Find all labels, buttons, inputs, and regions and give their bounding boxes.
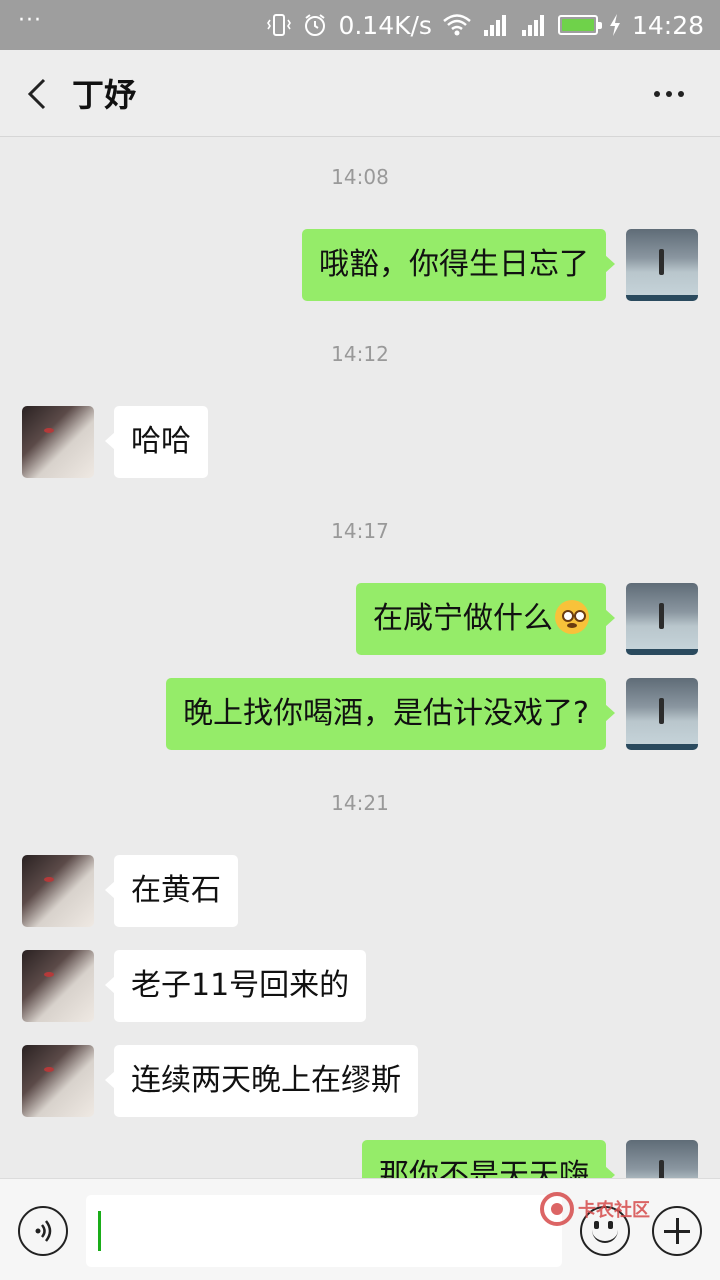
- watermark-logo-icon: [540, 1192, 574, 1226]
- timestamp: 14:21: [331, 791, 389, 815]
- battery-icon: [557, 15, 602, 35]
- avatar[interactable]: [22, 1045, 94, 1117]
- battery-level-fill: [561, 19, 594, 31]
- message-bubble[interactable]: 在咸宁做什么: [356, 583, 615, 655]
- chat-title: 丁妤: [72, 76, 137, 114]
- more-button[interactable]: [644, 76, 694, 112]
- message-bubble[interactable]: 那你不是天天嗨: [362, 1140, 615, 1178]
- voice-button[interactable]: [18, 1206, 68, 1256]
- voice-icon: [35, 1220, 52, 1242]
- charging-icon: [608, 13, 622, 37]
- wifi-icon: [442, 13, 472, 37]
- timestamp: 14:12: [331, 342, 389, 366]
- message-text: 在咸宁做什么: [373, 601, 553, 636]
- signal-icon: [520, 12, 548, 38]
- watermark-text: 卡农社区: [578, 1200, 650, 1221]
- text-cursor: [98, 1211, 101, 1251]
- message-bubble[interactable]: 哦豁，你得生日忘了: [302, 229, 615, 301]
- timestamp: 14:08: [331, 165, 389, 189]
- back-button[interactable]: [16, 72, 58, 116]
- vibrate-icon: [266, 12, 292, 38]
- chat-header: 丁妤: [0, 50, 720, 137]
- avatar[interactable]: [626, 229, 698, 301]
- message-bubble[interactable]: 哈哈: [105, 406, 208, 478]
- message-bubble[interactable]: 晚上找你喝酒，是估计没戏了?: [166, 678, 615, 750]
- avatar[interactable]: [626, 678, 698, 750]
- avatar[interactable]: [22, 855, 94, 927]
- message-input[interactable]: [86, 1195, 562, 1267]
- more-horizontal-icon: [654, 91, 660, 97]
- status-time: 14:28: [631, 10, 704, 40]
- shocked-face-emoji-icon: [555, 599, 589, 634]
- message-list[interactable]: 14:08 哦豁，你得生日忘了 14:12 哈哈 14:17 在咸宁做什么 晚上…: [0, 138, 720, 1178]
- message-bubble[interactable]: 连续两天晚上在缪斯: [105, 1045, 418, 1117]
- avatar[interactable]: [626, 583, 698, 655]
- watermark: 卡农社区: [540, 1192, 650, 1226]
- network-speed: 0.14K/s: [338, 10, 432, 40]
- message-bubble[interactable]: 老子11号回来的: [104, 950, 367, 1022]
- plus-button[interactable]: [652, 1206, 702, 1256]
- timestamp: 14:17: [331, 519, 389, 543]
- alarm-icon: [302, 12, 328, 38]
- status-menu-dots: ···: [18, 8, 42, 33]
- status-icons: 0.14K/s 14:28: [266, 0, 704, 50]
- emoji-icon: [592, 1230, 618, 1243]
- avatar[interactable]: [22, 406, 94, 478]
- avatar[interactable]: [626, 1140, 698, 1178]
- signal-icon: [482, 12, 510, 38]
- chevron-left-icon: [27, 78, 46, 110]
- message-bubble[interactable]: 在黄石: [105, 855, 238, 927]
- avatar[interactable]: [22, 950, 94, 1022]
- status-bar: ··· 0.14K/s 14:28: [0, 0, 720, 50]
